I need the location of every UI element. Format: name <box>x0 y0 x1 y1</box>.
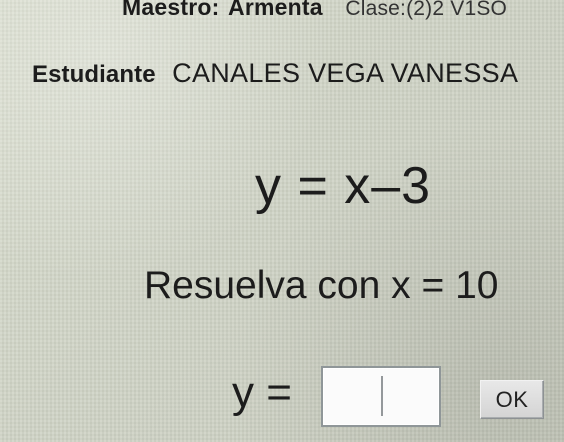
instruction-text: Resuelva con x = 10 <box>144 264 499 307</box>
class-label: Clase:(2)2 V1SO <box>345 0 508 20</box>
equation: y = x–3 <box>255 157 432 215</box>
page-header: Maestro: Armenta Clase:(2)2 V1SO <box>122 0 507 21</box>
student-row: Estudiante CANALES VEGA VANESSA <box>32 58 518 89</box>
teacher-label: Maestro: <box>122 0 220 20</box>
text-cursor <box>381 376 383 416</box>
teacher-name: Armenta <box>228 0 323 20</box>
answer-input[interactable] <box>321 366 441 427</box>
ok-button[interactable]: OK <box>480 380 544 419</box>
answer-label: y = <box>232 368 292 417</box>
student-name: CANALES VEGA VANESSA <box>172 58 519 88</box>
student-label: Estudiante <box>32 61 156 88</box>
